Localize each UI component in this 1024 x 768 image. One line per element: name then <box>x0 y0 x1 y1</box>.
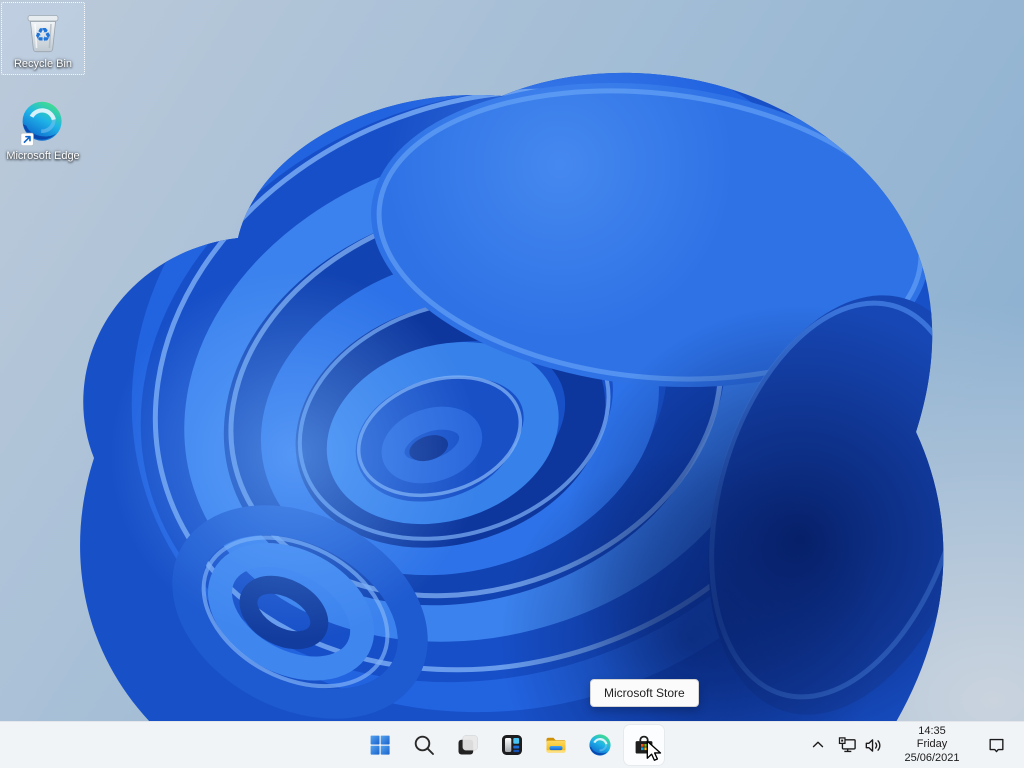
notification-center-button[interactable] <box>978 725 1014 765</box>
start-icon <box>370 735 390 755</box>
widgets-button[interactable] <box>492 725 532 765</box>
clock-time: 14:35 <box>918 724 946 737</box>
widgets-icon <box>502 735 522 755</box>
file-explorer-icon <box>546 737 566 753</box>
hidden-icons-button[interactable] <box>804 725 832 765</box>
windows-11-desktop: { "wallpaper": { "name": "windows-11-blo… <box>0 0 1024 768</box>
taskbar: 14:35 Friday 25/06/2021 <box>0 721 1024 768</box>
system-tray: 14:35 Friday 25/06/2021 <box>804 722 1014 768</box>
chevron-up-icon <box>812 741 824 748</box>
task-view-icon <box>458 735 478 755</box>
notification-icon <box>988 738 1004 752</box>
desktop: ♻ Recycle Bin Microsoft Edge <box>0 0 1024 722</box>
clock-day: Friday <box>916 738 948 751</box>
desktop-icon-recycle-bin[interactable]: ♻ Recycle Bin <box>1 2 85 75</box>
svg-text:♻: ♻ <box>34 25 51 47</box>
recycle-bin-label: Recycle Bin <box>13 58 73 70</box>
edge-icon <box>20 101 62 146</box>
search-button[interactable] <box>404 725 444 765</box>
volume-icon <box>865 738 880 752</box>
search-icon <box>414 735 434 755</box>
start-button[interactable] <box>360 725 400 765</box>
task-view-button[interactable] <box>448 725 488 765</box>
taskbar-center-group <box>360 725 664 765</box>
recycle-bin-icon: ♻ <box>27 15 59 53</box>
clock[interactable]: 14:35 Friday 25/06/2021 <box>895 723 969 768</box>
desktop-icon-microsoft-edge[interactable]: Microsoft Edge <box>1 96 85 167</box>
shortcut-arrow-badge <box>20 132 34 146</box>
edge-icon <box>589 734 611 756</box>
network-icon <box>838 736 856 752</box>
store-tooltip: Microsoft Store <box>590 679 699 707</box>
edge-label: Microsoft Edge <box>6 150 80 162</box>
edge-button[interactable] <box>580 725 620 765</box>
clock-date: 25/06/2021 <box>904 751 960 764</box>
bloom-wallpaper <box>0 0 1024 722</box>
file-explorer-button[interactable] <box>536 725 576 765</box>
mouse-cursor <box>646 740 662 761</box>
network-volume-button[interactable] <box>832 725 888 765</box>
